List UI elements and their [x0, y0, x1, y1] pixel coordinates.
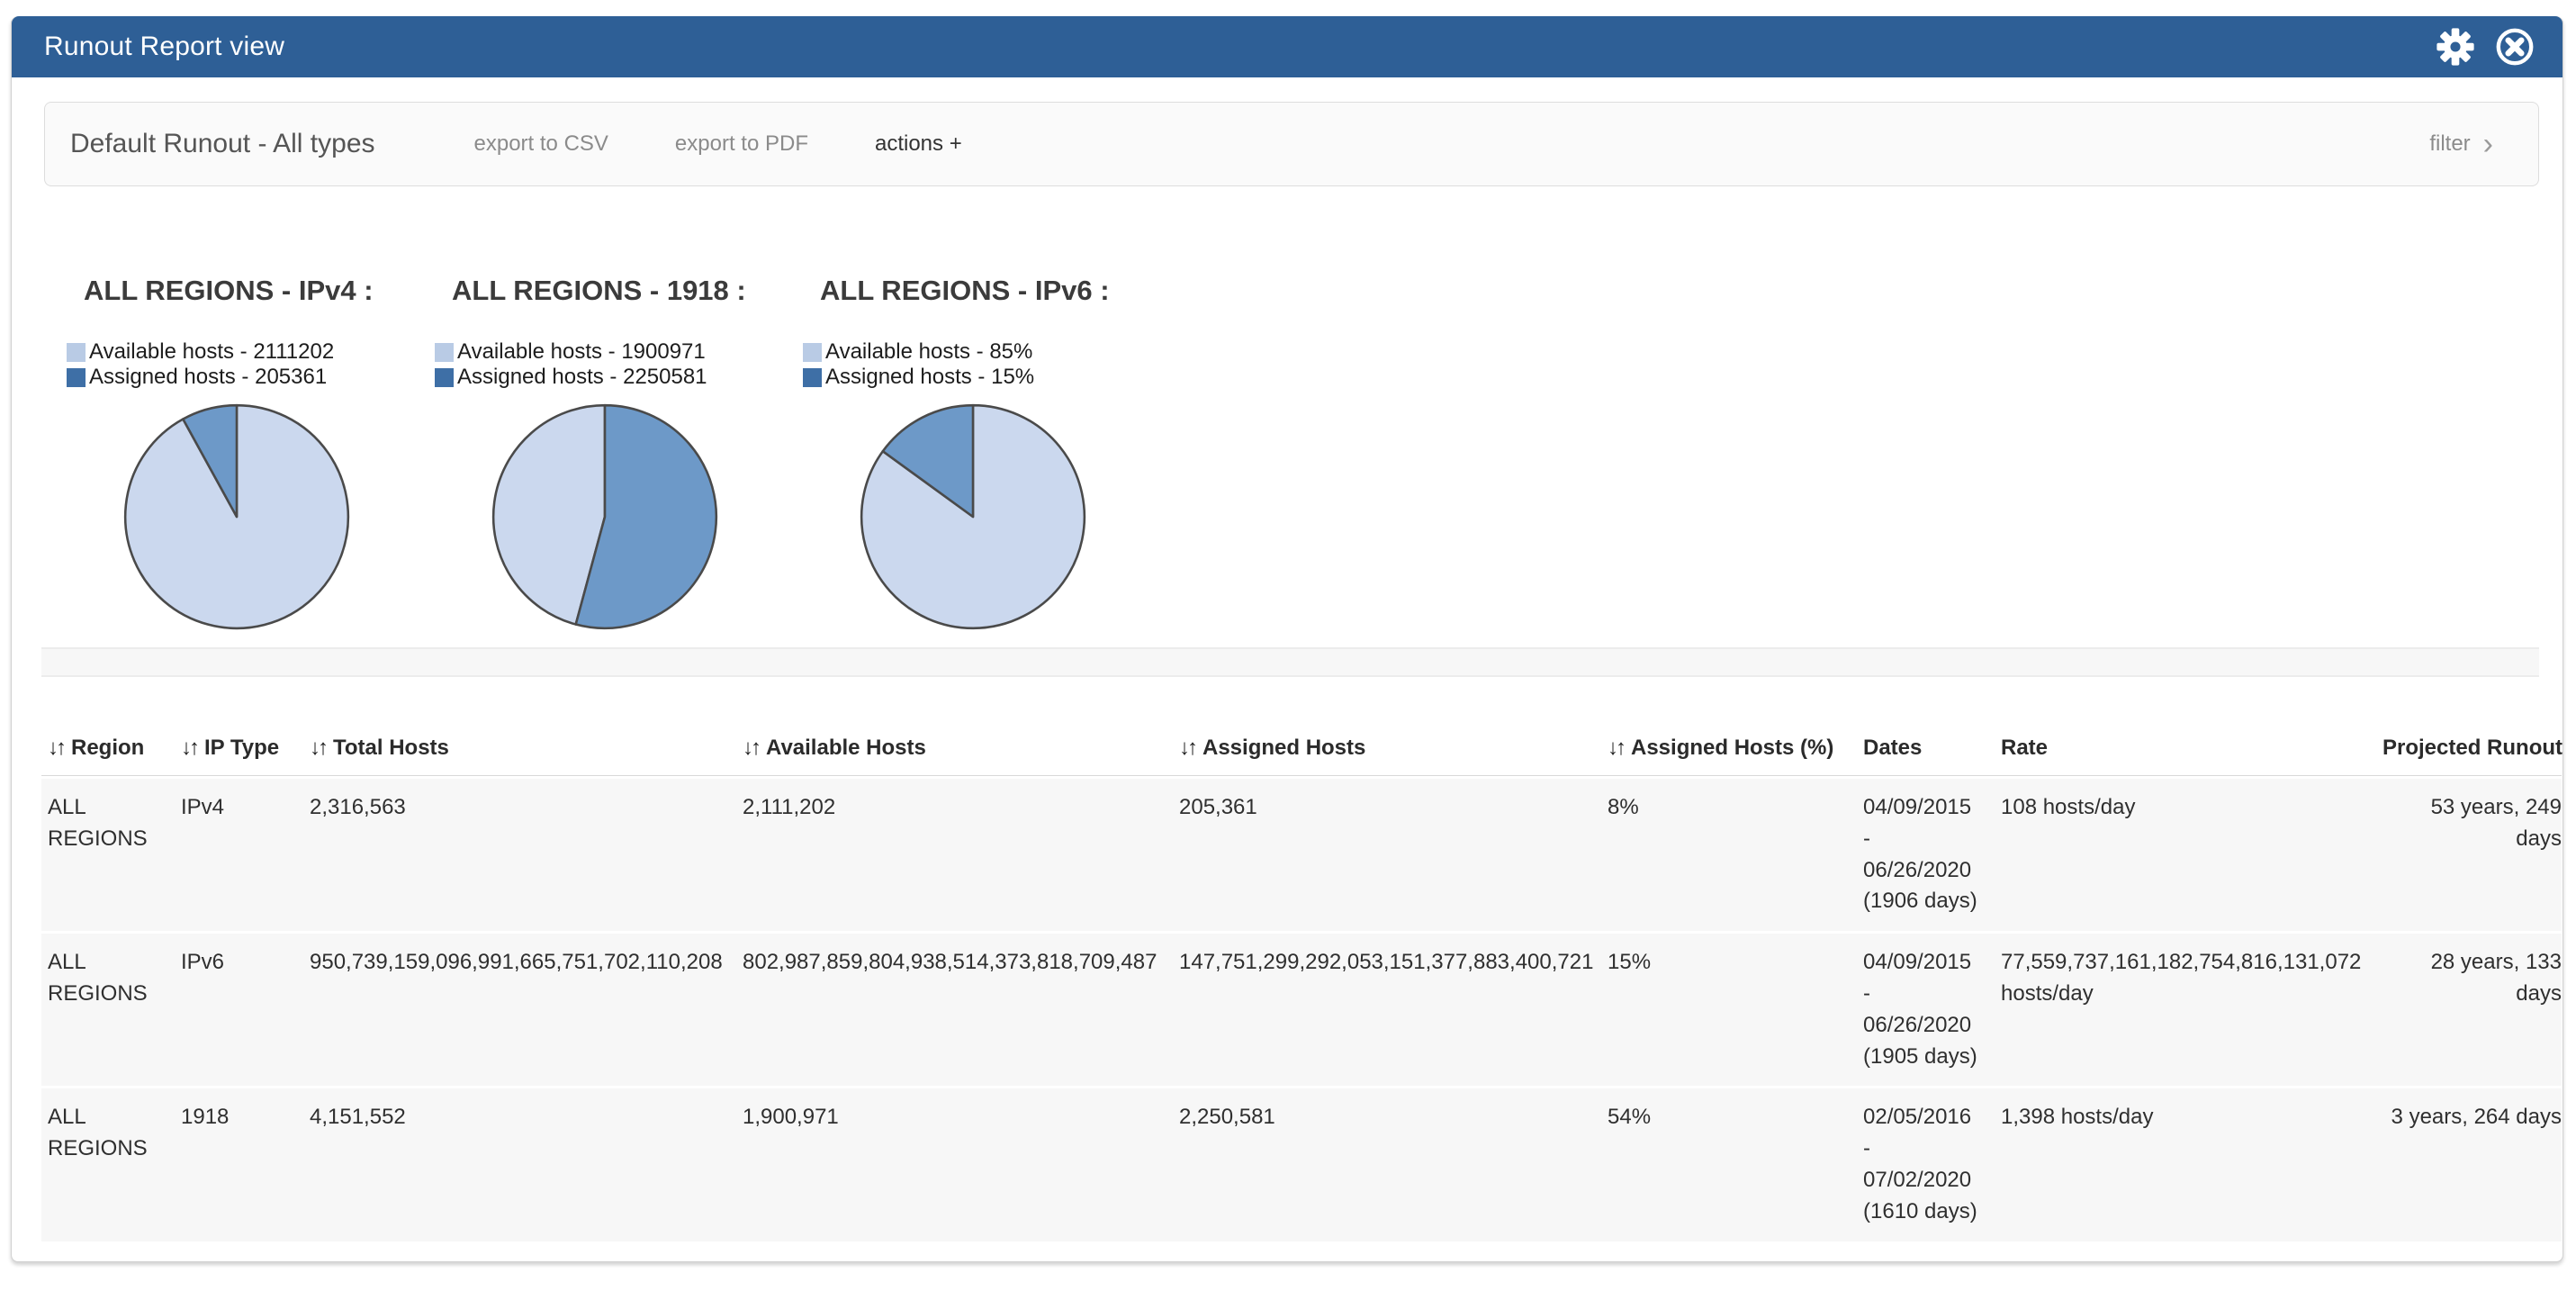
export-pdf-button[interactable]: export to PDF [675, 131, 808, 157]
legend-label: Available hosts - 85% [825, 339, 1032, 365]
legend-swatch-available [67, 343, 86, 362]
legend-label: Assigned hosts - 2250581 [457, 365, 707, 390]
column-header-total-hosts[interactable]: ↓↑Total Hosts [303, 730, 736, 776]
export-csv-button[interactable]: export to CSV [474, 131, 608, 157]
cell-assigned-hosts: 147,751,299,292,053,151,377,883,400,721 [1173, 934, 1601, 1086]
cell-assigned-hosts: 205,361 [1173, 779, 1601, 931]
runout-report-window: Runout Report view [11, 16, 2563, 1262]
cell-rate: 77,559,737,161,182,754,816,131,072 hosts… [1995, 934, 2376, 1086]
cell-assigned-hosts: 2,250,581 [1173, 1088, 1601, 1241]
cell-assigned-pct: 54% [1601, 1088, 1857, 1241]
cell-region: ALL REGIONS [41, 779, 175, 931]
sort-icon: ↓↑ [1179, 736, 1195, 760]
legend-swatch-available [803, 343, 822, 362]
report-toolbar: Default Runout - All types export to CSV… [44, 102, 2539, 186]
cell-dates: 02/05/2016 - 07/02/2020 (1610 days) [1857, 1088, 1995, 1241]
column-header-projected-runout: Projected Runout [2376, 730, 2562, 776]
pie-chart-1918: ALL REGIONS - 1918 : Available hosts - 1… [435, 275, 738, 633]
table-header-row: ↓↑Region ↓↑IP Type ↓↑Total Hosts ↓↑Avail… [41, 730, 2562, 776]
legend-item: Assigned hosts - 205361 [67, 365, 370, 390]
chevron-right-icon: › [2483, 135, 2493, 153]
cell-ip-type: 1918 [175, 1088, 303, 1241]
table-row: ALL REGIONS 1918 4,151,552 1,900,971 2,2… [41, 1088, 2562, 1241]
charts-section: ALL REGIONS - IPv4 : Available hosts - 2… [12, 275, 2562, 633]
legend-label: Assigned hosts - 15% [825, 365, 1034, 390]
actions-menu-button[interactable]: actions + [875, 131, 962, 157]
filter-button[interactable]: filter › [2429, 131, 2493, 157]
cell-ip-type: IPv6 [175, 934, 303, 1086]
cell-total-hosts: 2,316,563 [303, 779, 736, 931]
legend-swatch-available [435, 343, 454, 362]
chart-title: ALL REGIONS - IPv6 : [820, 275, 1106, 307]
chart-title: ALL REGIONS - IPv4 : [84, 275, 370, 307]
chart-title: ALL REGIONS - 1918 : [452, 275, 738, 307]
column-header-assigned-hosts[interactable]: ↓↑Assigned Hosts [1173, 730, 1601, 776]
cell-ip-type: IPv4 [175, 779, 303, 931]
window-titlebar: Runout Report view [12, 16, 2562, 77]
cell-projected-runout: 3 years, 264 days [2376, 1088, 2562, 1241]
filter-label: filter [2429, 131, 2470, 157]
report-title: Default Runout - All types [70, 129, 375, 159]
legend-item: Available hosts - 1900971 [435, 339, 738, 365]
window-title: Runout Report view [44, 32, 2435, 62]
chart-legend: Available hosts - 2111202 Assigned hosts… [67, 339, 370, 390]
pie-chart-ipv4: ALL REGIONS - IPv4 : Available hosts - 2… [67, 275, 370, 633]
legend-item: Assigned hosts - 15% [803, 365, 1106, 390]
column-header-ip-type[interactable]: ↓↑IP Type [175, 730, 303, 776]
legend-swatch-assigned [435, 368, 454, 387]
cell-rate: 108 hosts/day [1995, 779, 2376, 931]
column-header-available-hosts[interactable]: ↓↑Available Hosts [736, 730, 1173, 776]
legend-swatch-assigned [67, 368, 86, 387]
legend-label: Assigned hosts - 205361 [89, 365, 327, 390]
column-header-assigned-hosts-pct[interactable]: ↓↑Assigned Hosts (%) [1601, 730, 1857, 776]
table-row: ALL REGIONS IPv4 2,316,563 2,111,202 205… [41, 779, 2562, 931]
sort-icon: ↓↑ [1608, 736, 1624, 760]
sort-icon: ↓↑ [181, 736, 197, 760]
sort-icon: ↓↑ [743, 736, 759, 760]
pie-ipv4 [121, 401, 353, 633]
cell-available-hosts: 802,987,859,804,938,514,373,818,709,487 [736, 934, 1173, 1086]
legend-swatch-assigned [803, 368, 822, 387]
cell-projected-runout: 53 years, 249 days [2376, 779, 2562, 931]
sort-icon: ↓↑ [48, 736, 64, 760]
cell-available-hosts: 2,111,202 [736, 779, 1173, 931]
column-header-rate: Rate [1995, 730, 2376, 776]
column-header-dates: Dates [1857, 730, 1995, 776]
cell-total-hosts: 950,739,159,096,991,665,751,702,110,208 [303, 934, 736, 1086]
legend-item: Available hosts - 2111202 [67, 339, 370, 365]
cell-region: ALL REGIONS [41, 1088, 175, 1241]
chart-legend: Available hosts - 85% Assigned hosts - 1… [803, 339, 1106, 390]
cell-assigned-pct: 15% [1601, 934, 1857, 1086]
table-row: ALL REGIONS IPv6 950,739,159,096,991,665… [41, 934, 2562, 1086]
column-header-region[interactable]: ↓↑Region [41, 730, 175, 776]
pie-chart-ipv6: ALL REGIONS - IPv6 : Available hosts - 8… [803, 275, 1106, 633]
sort-icon: ↓↑ [310, 736, 326, 760]
titlebar-icons [2435, 26, 2535, 68]
runout-table: ↓↑Region ↓↑IP Type ↓↑Total Hosts ↓↑Avail… [41, 727, 2562, 1244]
cell-available-hosts: 1,900,971 [736, 1088, 1173, 1241]
cell-dates: 04/09/2015 - 06/26/2020 (1906 days) [1857, 779, 1995, 931]
cell-dates: 04/09/2015 - 06/26/2020 (1905 days) [1857, 934, 1995, 1086]
separator-strip [41, 647, 2539, 677]
pie-ipv6 [857, 401, 1089, 633]
chart-legend: Available hosts - 1900971 Assigned hosts… [435, 339, 738, 390]
cell-rate: 1,398 hosts/day [1995, 1088, 2376, 1241]
cell-total-hosts: 4,151,552 [303, 1088, 736, 1241]
cell-assigned-pct: 8% [1601, 779, 1857, 931]
cell-region: ALL REGIONS [41, 934, 175, 1086]
close-icon[interactable] [2494, 26, 2535, 68]
gear-icon[interactable] [2435, 26, 2476, 68]
legend-label: Available hosts - 2111202 [89, 339, 334, 365]
legend-label: Available hosts - 1900971 [457, 339, 706, 365]
legend-item: Available hosts - 85% [803, 339, 1106, 365]
legend-item: Assigned hosts - 2250581 [435, 365, 738, 390]
pie-1918 [489, 401, 721, 633]
cell-projected-runout: 28 years, 133 days [2376, 934, 2562, 1086]
